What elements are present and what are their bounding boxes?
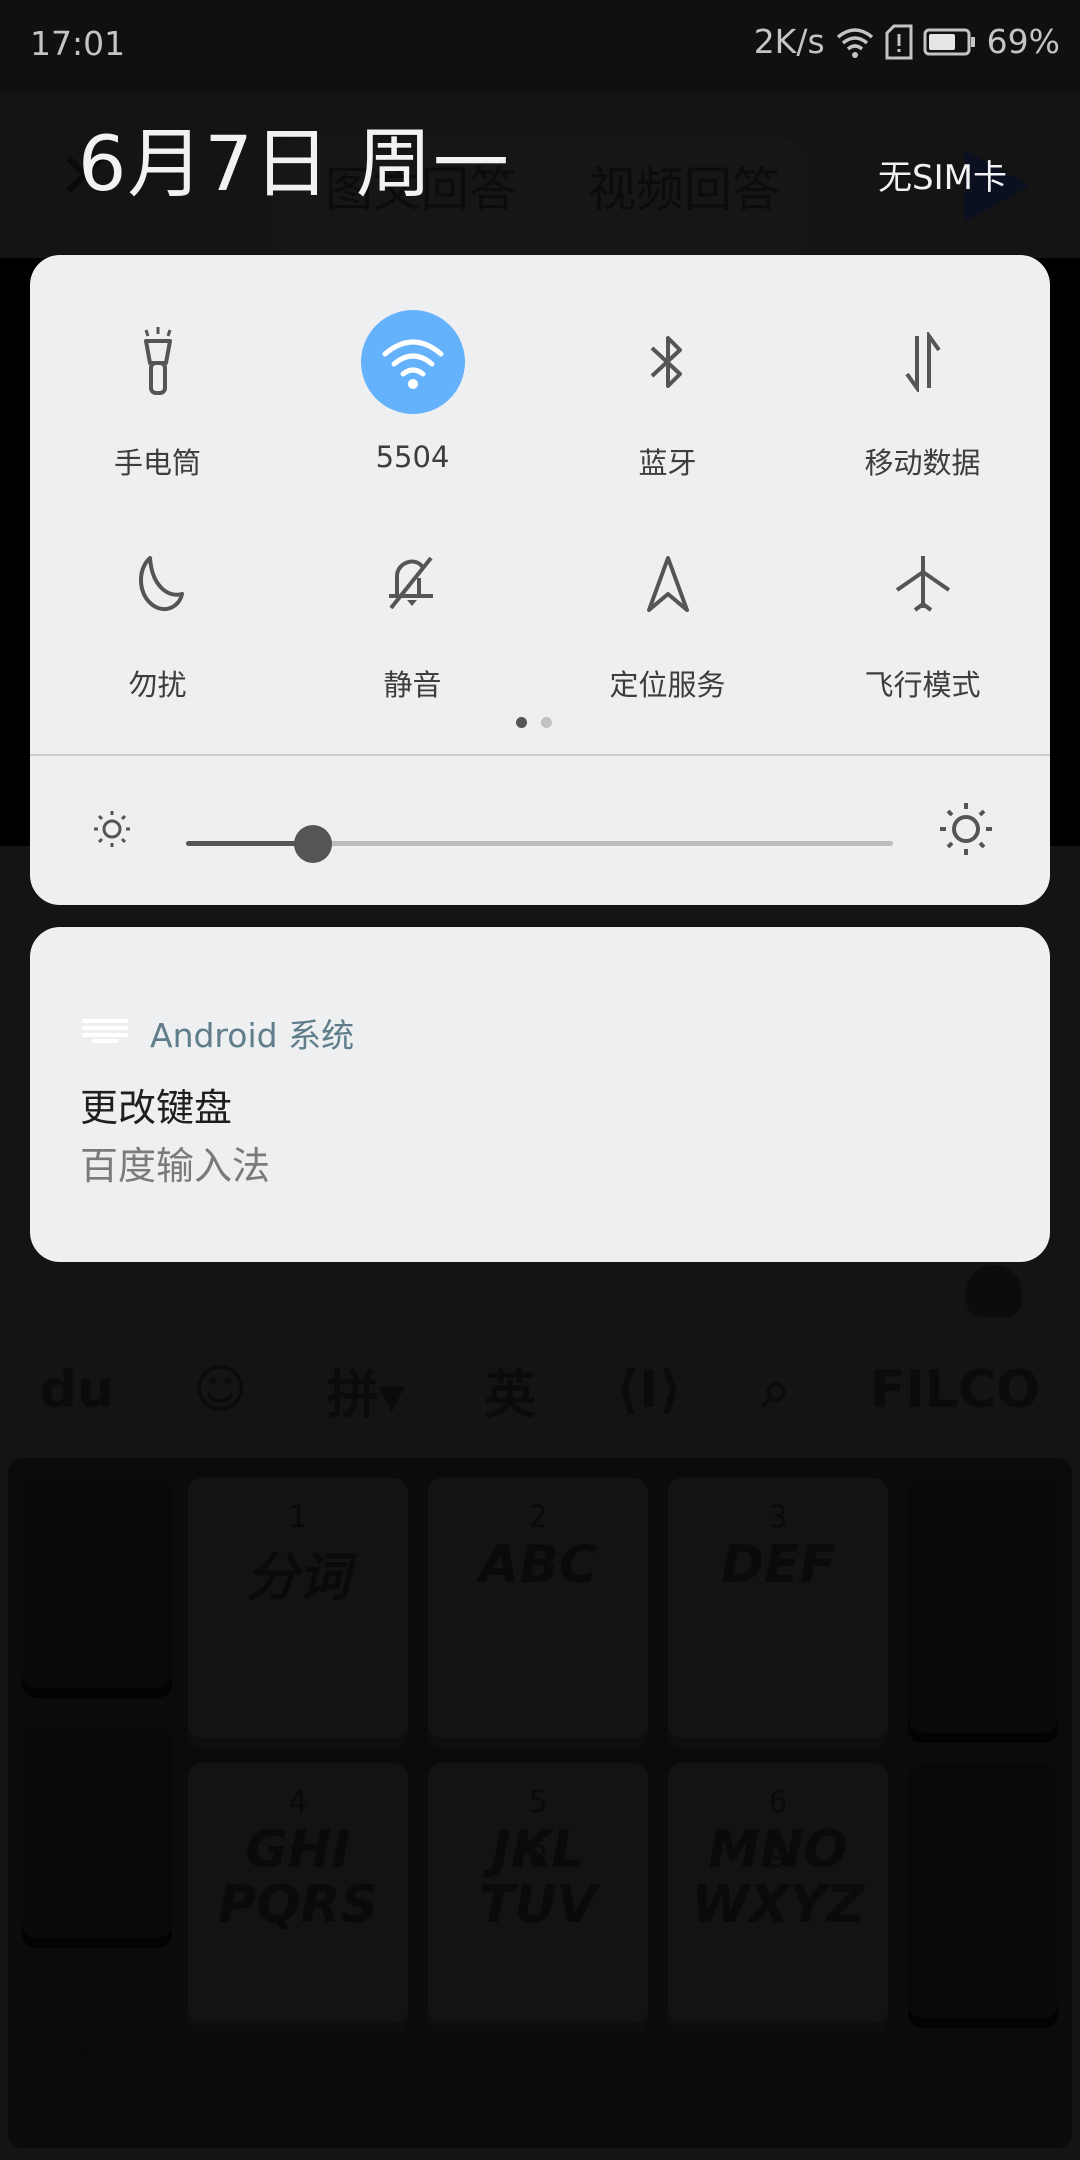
notification-card[interactable]: Android 系统 更改键盘 百度输入法 bbox=[30, 927, 1050, 1262]
keyboard-toolbar: du ☺ 拼▾ 英 ⟨I⟩ ⌕ FILCO bbox=[0, 1330, 1080, 1450]
tile-airplane-mode[interactable]: 飞行模式 bbox=[795, 532, 1050, 732]
tile-bluetooth[interactable]: 蓝牙 bbox=[540, 310, 795, 510]
tile-label: 勿扰 bbox=[128, 668, 187, 702]
wifi-icon bbox=[360, 310, 465, 414]
key-3: 3 DEF bbox=[668, 1478, 888, 1738]
emoji-icon: ☺ bbox=[193, 1360, 248, 1420]
key-clear: 清空 bbox=[908, 1763, 1058, 2018]
baidu-logo-icon: du bbox=[39, 1360, 114, 1420]
key-backspace: ← bbox=[908, 1478, 1058, 1733]
battery-icon bbox=[923, 28, 977, 56]
net-speed: 2K/s bbox=[753, 22, 825, 61]
location-icon bbox=[616, 532, 720, 636]
page-indicator bbox=[516, 717, 552, 728]
tile-label: 移动数据 bbox=[864, 446, 981, 480]
tile-label: 定位服务 bbox=[609, 668, 726, 702]
english-mode: 英 bbox=[484, 1365, 537, 1426]
bell-off-icon bbox=[361, 532, 465, 636]
key-2: 2 ABC bbox=[428, 1478, 648, 1738]
brightness-high-icon bbox=[938, 801, 994, 861]
page-dot[interactable] bbox=[541, 717, 552, 728]
bluetooth-icon bbox=[616, 310, 720, 414]
brightness-slider[interactable] bbox=[186, 825, 893, 863]
tile-label: 飞行模式 bbox=[864, 668, 981, 702]
page-dot-active[interactable] bbox=[516, 717, 527, 728]
battery-percent: 69% bbox=[986, 22, 1060, 61]
flashlight-icon bbox=[106, 310, 210, 414]
notification-title: 更改键盘 bbox=[80, 1086, 233, 1130]
tile-wifi[interactable]: 5504 bbox=[285, 310, 540, 510]
key-comma: ， bbox=[22, 1478, 172, 1688]
wifi-icon bbox=[835, 25, 875, 59]
keyboard: ， 。 ？ ！ 1 分词 2 ABC 3 DEF 4 GHI 5 JKL 6 MNO 7 PQ… bbox=[8, 1458, 1072, 2148]
tile-label: 手电筒 bbox=[113, 446, 201, 480]
quick-settings-panel: 手电筒 5504 蓝牙 移动数据 勿扰 静音 定位服务 飞行模式 bbox=[30, 255, 1050, 905]
keyboard-icon bbox=[82, 1019, 128, 1047]
date-label[interactable]: 6月7日 周一 bbox=[78, 102, 510, 212]
background-tab-video-answer: 视频回答 bbox=[588, 162, 781, 218]
status-time: 17:01 bbox=[30, 24, 126, 63]
tile-flashlight[interactable]: 手电筒 bbox=[30, 310, 285, 510]
airplane-icon bbox=[871, 532, 975, 636]
tile-silent[interactable]: 静音 bbox=[285, 532, 540, 732]
brightness-low-icon bbox=[90, 807, 134, 855]
tile-location[interactable]: 定位服务 bbox=[540, 532, 795, 732]
moon-icon bbox=[106, 532, 210, 636]
cursor-icon: ⟨I⟩ bbox=[615, 1360, 683, 1420]
key-1: 1 分词 bbox=[188, 1478, 408, 1738]
sim-alert-icon bbox=[885, 24, 913, 60]
mobile-data-icon bbox=[871, 310, 975, 414]
tile-mobile-data[interactable]: 移动数据 bbox=[795, 310, 1050, 510]
notification-app-name: Android 系统 bbox=[150, 1016, 355, 1055]
input-method-icon bbox=[966, 1265, 1022, 1317]
tile-do-not-disturb[interactable]: 勿扰 bbox=[30, 532, 285, 732]
pinyin-mode: 拼▾ bbox=[326, 1365, 405, 1426]
tile-label: 5504 bbox=[375, 440, 450, 474]
search-icon: ⌕ bbox=[761, 1359, 791, 1420]
slider-thumb[interactable] bbox=[294, 825, 332, 863]
divider bbox=[30, 754, 1050, 756]
tile-label: 静音 bbox=[383, 668, 442, 702]
key-period: 。 bbox=[22, 1728, 172, 1938]
tile-label: 蓝牙 bbox=[638, 446, 697, 480]
filco-logo: FILCO bbox=[869, 1360, 1041, 1420]
notification-text: 百度输入法 bbox=[80, 1144, 271, 1188]
status-icons: 2K/s 69% bbox=[754, 22, 1060, 61]
sim-status: 无SIM卡 bbox=[878, 158, 1007, 198]
